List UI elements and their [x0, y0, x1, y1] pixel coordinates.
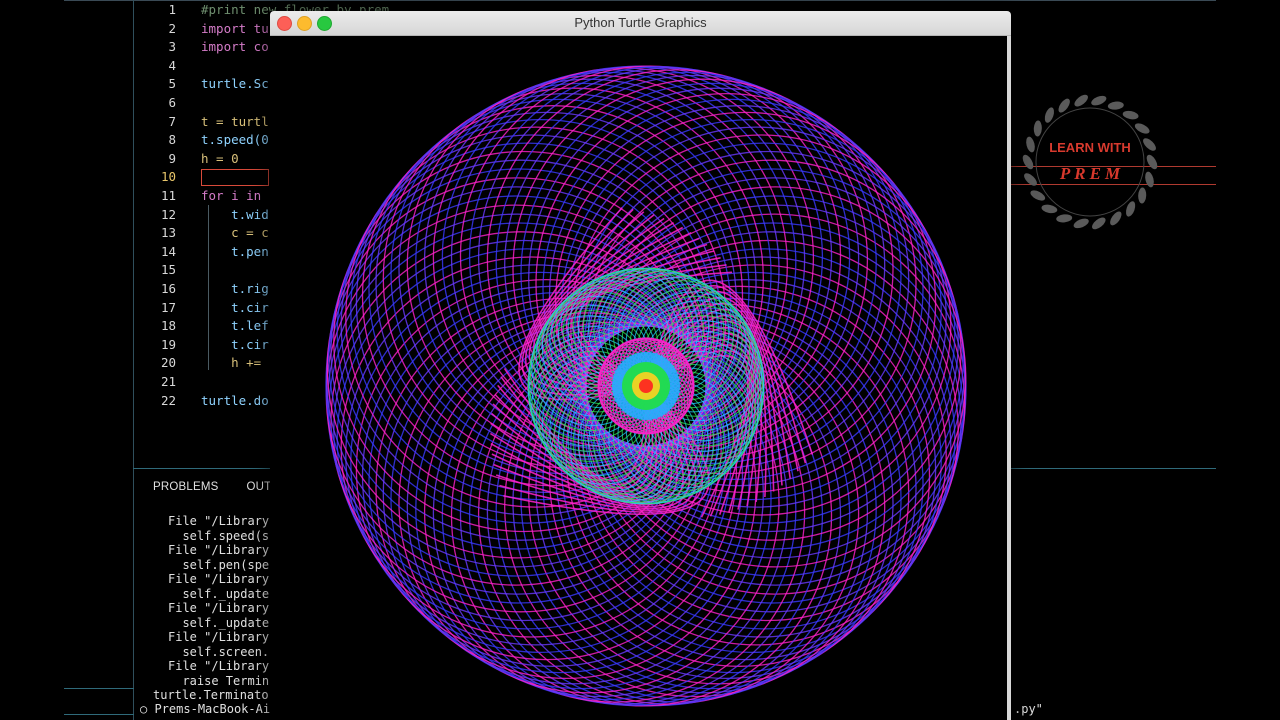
code-line[interactable]: t.pen: [201, 243, 269, 261]
terminal-divider: [64, 688, 134, 689]
spirograph-flower: [325, 65, 967, 707]
laurel-leaf: [1074, 94, 1088, 107]
laurel-leaf: [1122, 110, 1139, 120]
outer-spiral-circle: [495, 71, 877, 454]
laurel-leaf: [1024, 173, 1037, 186]
line-number: 20: [160, 355, 176, 371]
laurel-leaf: [1138, 187, 1147, 204]
terminal-line: File "/Library: [168, 572, 270, 586]
current-line-highlight: [201, 169, 269, 186]
terminal-line: self._update: [168, 586, 270, 601]
laurel-leaf: [1033, 120, 1042, 137]
code-line[interactable]: turtle.Sc: [201, 75, 269, 93]
terminal-output[interactable]: File "/Library self.speed(s File "/Librar…: [140, 514, 270, 703]
line-number: 12: [160, 206, 176, 222]
editor-gutter-border: [133, 0, 134, 720]
prompt-text: Prems-MacBook-Ai: [154, 702, 271, 716]
terminal-prompt[interactable]: ○ Prems-MacBook-Ai: [140, 702, 270, 716]
code-line[interactable]: h +=: [201, 354, 261, 372]
code-line[interactable]: import tu: [201, 20, 269, 38]
window-title: Python Turtle Graphics: [574, 15, 707, 30]
code-line[interactable]: t.cir: [201, 299, 269, 317]
terminal-divider: [64, 714, 134, 715]
rainbow-core: [639, 379, 653, 393]
terminal-fragment: .py": [1014, 702, 1043, 716]
line-number: 8: [168, 132, 176, 148]
line-number: 17: [160, 299, 176, 315]
terminal-line: turtle.Terminato: [153, 688, 269, 702]
terminal-line: File "/Library: [168, 601, 270, 615]
tab-problems[interactable]: PROBLEMS: [153, 481, 219, 493]
window-titlebar[interactable]: Python Turtle Graphics: [270, 11, 1011, 36]
line-number: 15: [160, 262, 176, 278]
line-number: 7: [168, 113, 176, 129]
code-line[interactable]: t.rig: [201, 280, 269, 298]
terminal-line: self.pen(spe: [168, 557, 270, 572]
turtle-canvas[interactable]: [272, 36, 1007, 720]
line-number: 6: [168, 95, 176, 110]
line-number: 4: [168, 57, 176, 73]
turtle-graphics-window[interactable]: Python Turtle Graphics: [270, 11, 1011, 720]
terminal-line: File "/Library: [168, 659, 270, 673]
line-number: 9: [168, 150, 176, 166]
outer-spiral-circle: [495, 318, 877, 701]
line-number: 11: [160, 188, 176, 203]
line-number: 18: [160, 318, 176, 334]
code-line[interactable]: import co: [201, 38, 269, 56]
code-line[interactable]: turtle.do: [201, 392, 269, 410]
terminal-line: File "/Library: [168, 514, 270, 528]
terminal-line: raise Termin: [168, 673, 270, 688]
line-number: 2: [168, 20, 176, 36]
line-number: 10: [160, 169, 176, 185]
laurel-leaf: [1145, 171, 1154, 188]
line-number: 16: [160, 281, 176, 296]
learn-with-prem-logo: LEARN WITH PREM: [1022, 94, 1158, 230]
code-line[interactable]: h = 0: [201, 150, 239, 168]
terminal-line: File "/Library: [168, 630, 270, 644]
code-line[interactable]: for i in: [201, 187, 261, 205]
line-number: 14: [160, 243, 176, 259]
terminal-line: self.speed(s: [168, 528, 270, 543]
logo-line1: LEARN WITH: [1049, 140, 1131, 155]
laurel-leaf: [1041, 204, 1058, 214]
code-line[interactable]: c = c: [201, 224, 269, 242]
laurel-leaf: [1073, 218, 1089, 229]
line-number: 21: [160, 374, 176, 389]
code-line[interactable]: t.speed(0: [201, 131, 269, 149]
laurel-leaf: [1092, 217, 1106, 230]
laurel-ring: [1035, 107, 1145, 217]
laurel-leaf: [1026, 136, 1035, 153]
laurel-leaf: [1143, 138, 1156, 151]
code-line[interactable]: t.lef: [201, 317, 269, 335]
line-number: 22: [160, 392, 176, 408]
code-line[interactable]: t = turtl: [201, 113, 269, 131]
screen: 1 2 3 4 5 6 7 8 9 10 11 12 13 14 15 16 17 18 19 20 21 22 #pri…: [0, 0, 1280, 720]
logo-line2: PREM: [1059, 164, 1124, 183]
line-number: 1: [168, 2, 176, 17]
code-line[interactable]: t.cir: [201, 336, 269, 354]
laurel-leaf: [1091, 95, 1107, 106]
line-number: 13: [160, 225, 176, 241]
terminal-line: self._update: [168, 615, 270, 630]
terminal-line: File "/Library: [168, 543, 270, 557]
laurel-wreath-icon: [1022, 94, 1158, 230]
line-number: 5: [168, 76, 176, 92]
laurel-leaf: [1146, 154, 1158, 170]
laurel-leaf: [1056, 214, 1073, 223]
line-number: 19: [160, 336, 176, 352]
laurel-leaf: [1107, 101, 1124, 110]
laurel-leaf: [1022, 154, 1034, 170]
line-number: 3: [168, 39, 176, 55]
code-line[interactable]: t.wid: [201, 206, 269, 224]
window-frame-edge: [1007, 36, 1011, 720]
terminal-line: self.screen.: [168, 644, 270, 659]
prompt-circle-icon: ○: [140, 702, 148, 716]
